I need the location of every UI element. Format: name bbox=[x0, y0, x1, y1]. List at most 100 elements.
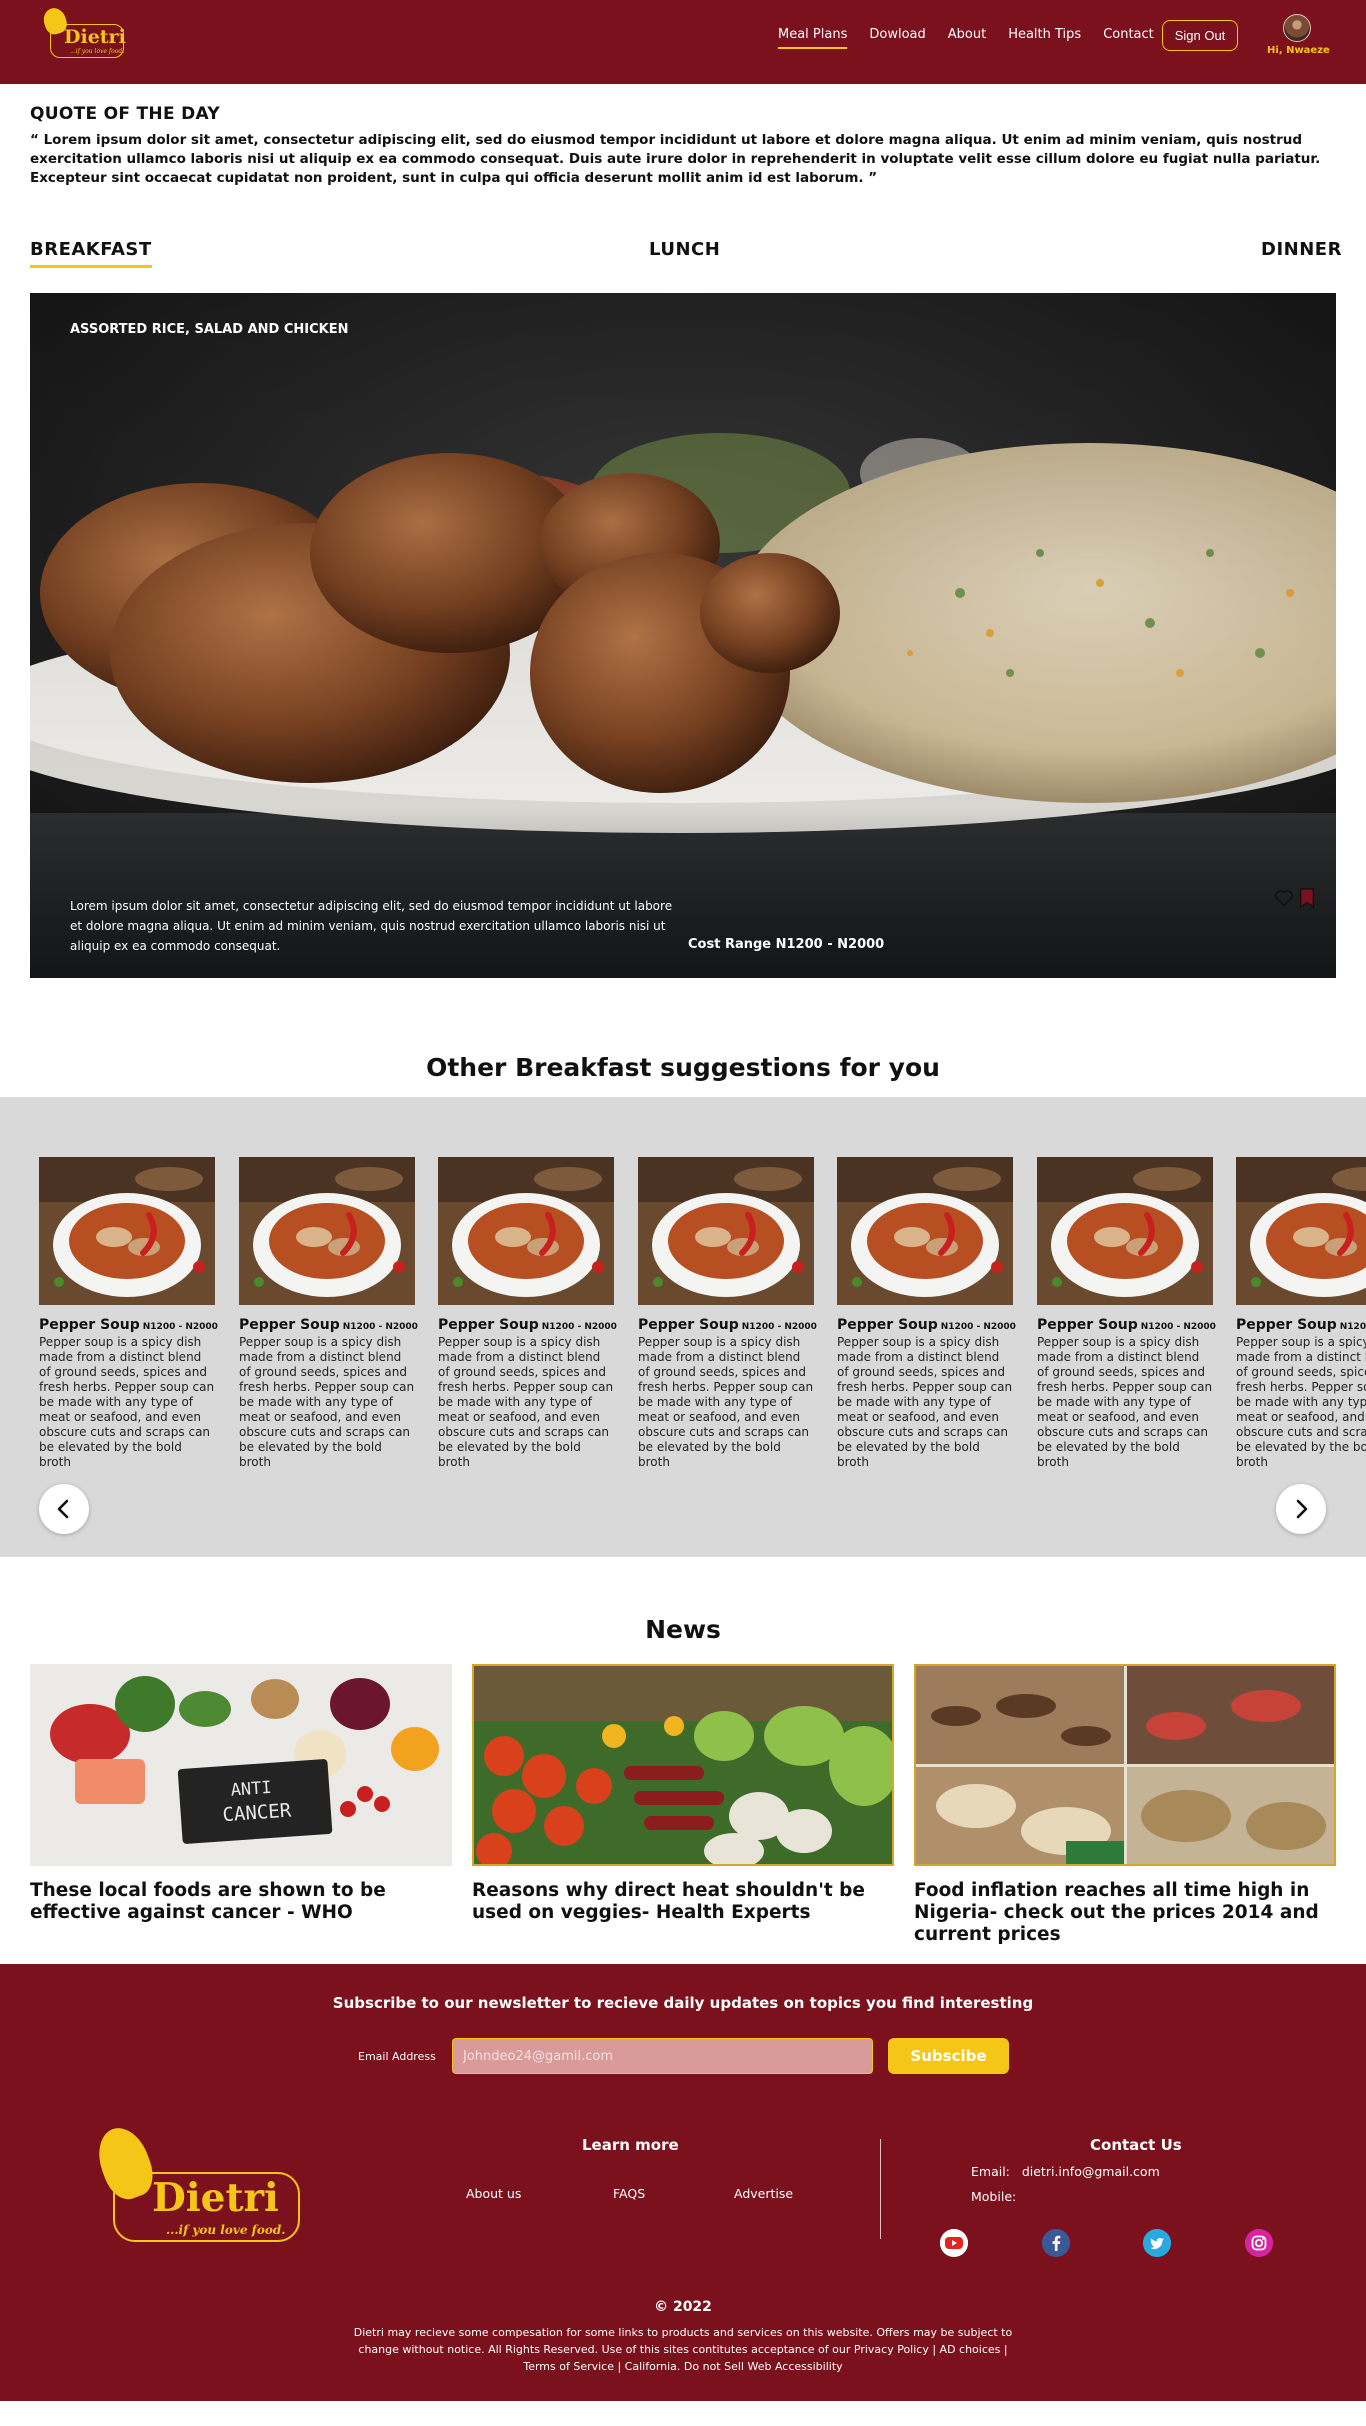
suggestion-description: Pepper soup is a spicy dish made from a … bbox=[239, 1335, 415, 1469]
suggestion-price: N1200 - N2000 bbox=[342, 1322, 418, 1332]
suggestion-title: Pepper Soup bbox=[239, 1317, 340, 1333]
suggestion-card[interactable]: Pepper SoupN1200 - N2000 Pepper soup is a… bbox=[1236, 1157, 1366, 1470]
suggestion-title: Pepper Soup bbox=[837, 1317, 938, 1333]
logo-wordmark: Dietri bbox=[64, 26, 126, 48]
logo-tagline: ...if you love food. bbox=[70, 48, 125, 55]
pepper-soup-image bbox=[638, 1157, 814, 1305]
tab-lunch[interactable]: LUNCH bbox=[649, 239, 720, 265]
nav-health-tips[interactable]: Health Tips bbox=[1008, 27, 1081, 49]
carousel-prev-button[interactable] bbox=[39, 1484, 89, 1534]
quote-text: “ Lorem ipsum dolor sit amet, consectetu… bbox=[30, 132, 1321, 186]
pepper-soup-image bbox=[1037, 1157, 1213, 1305]
pepper-soup-image bbox=[239, 1157, 415, 1305]
news-card[interactable]: Reasons why direct heat shouldn't be use… bbox=[472, 1664, 894, 1924]
suggestion-description: Pepper soup is a spicy dish made from a … bbox=[1236, 1335, 1366, 1469]
news-headline[interactable]: Food inflation reaches all time high in … bbox=[914, 1880, 1336, 1946]
suggestion-card[interactable]: Pepper SoupN1200 - N2000 Pepper soup is a… bbox=[1037, 1157, 1216, 1470]
bookmark-icon[interactable] bbox=[1298, 888, 1316, 912]
suggestion-description: Pepper soup is a spicy dish made from a … bbox=[1037, 1335, 1213, 1469]
learn-more-heading: Learn more bbox=[582, 2136, 679, 2154]
suggestions-carousel: Pepper Soup N1200 - N2000 Pepper soup is a… bbox=[0, 1097, 1366, 1557]
email-field[interactable] bbox=[452, 2038, 873, 2074]
sign-out-button[interactable]: Sign Out bbox=[1162, 20, 1238, 51]
logo-tagline: ...if you love food. bbox=[166, 2223, 286, 2237]
suggestion-title: Pepper Soup bbox=[39, 1317, 140, 1333]
pepper-soup-image bbox=[39, 1157, 215, 1305]
instagram-icon[interactable] bbox=[1245, 2229, 1273, 2257]
news-headline[interactable]: These local foods are shown to be effect… bbox=[30, 1880, 452, 1924]
tab-breakfast[interactable]: BREAKFAST bbox=[30, 239, 152, 268]
suggestion-card[interactable]: Pepper SoupN1200 - N2000 Pepper soup is a… bbox=[239, 1157, 418, 1470]
suggestions-heading: Other Breakfast suggestions for you bbox=[426, 1053, 940, 1082]
contact-email-value[interactable]: dietri.info@gmail.com bbox=[1022, 2164, 1160, 2179]
suggestion-price: N1200 - N2000 bbox=[1140, 1322, 1216, 1332]
news-card[interactable]: ANTI CANCER These local foods are shown … bbox=[30, 1664, 452, 1924]
youtube-icon[interactable] bbox=[940, 2229, 968, 2257]
suggestion-card[interactable]: Pepper SoupN1200 - N2000 Pepper soup is a… bbox=[438, 1157, 617, 1470]
suggestion-name: Pepper SoupN1200 - N2000 bbox=[438, 1317, 617, 1333]
footer-logo[interactable]: Dietri ...if you love food. bbox=[90, 2120, 306, 2252]
contact-heading: Contact Us bbox=[1090, 2136, 1182, 2154]
main-nav: Meal Plans Dowload About Health Tips Con… bbox=[778, 27, 1176, 49]
news-image-anti-cancer: ANTI CANCER bbox=[30, 1664, 452, 1866]
featured-meal-cost: Cost Range N1200 - N2000 bbox=[688, 937, 885, 952]
quote-heading: QUOTE OF THE DAY bbox=[30, 104, 220, 124]
suggestion-price: N1200 - N2000 bbox=[940, 1322, 1016, 1332]
news-image-vegetables bbox=[472, 1664, 894, 1866]
legal-text: Dietri may recieve some compesation for … bbox=[353, 2326, 1013, 2373]
logo-wordmark: Dietri bbox=[152, 2175, 279, 2221]
nav-download[interactable]: Dowload bbox=[869, 27, 925, 49]
featured-meal[interactable]: ASSORTED RICE, SALAD AND CHICKEN Lorem i… bbox=[30, 293, 1336, 978]
nav-meal-plans[interactable]: Meal Plans bbox=[778, 27, 848, 49]
contact-email-label: Email: bbox=[971, 2164, 1010, 2179]
avatar[interactable] bbox=[1283, 14, 1311, 42]
suggestion-name: Pepper SoupN1200 - N2000 bbox=[1037, 1317, 1216, 1333]
news-headline[interactable]: Reasons why direct heat shouldn't be use… bbox=[472, 1880, 894, 1924]
suggestion-description: Pepper soup is a spicy dish made from a … bbox=[638, 1335, 814, 1469]
suggestion-name: Pepper SoupN1200 - N2000 bbox=[638, 1317, 817, 1333]
twitter-icon[interactable] bbox=[1143, 2229, 1171, 2257]
featured-meal-image bbox=[30, 293, 1336, 978]
facebook-icon[interactable] bbox=[1042, 2229, 1070, 2257]
faqs-link[interactable]: FAQS bbox=[613, 2186, 645, 2201]
newsletter-text: Subscribe to our newsletter to recieve d… bbox=[332, 1994, 1034, 2012]
suggestion-name: Pepper SoupN1200 - N2000 bbox=[837, 1317, 1016, 1333]
suggestion-name: Pepper SoupN1200 - N2000 bbox=[1236, 1317, 1366, 1333]
contact-mobile-label: Mobile: bbox=[971, 2189, 1017, 2204]
copyright: © 2022 bbox=[654, 2299, 712, 2315]
footer-divider bbox=[880, 2139, 881, 2239]
news-card[interactable]: Food inflation reaches all time high in … bbox=[914, 1664, 1336, 1946]
suggestion-card[interactable]: Pepper SoupN1200 - N2000 Pepper soup is a… bbox=[837, 1157, 1016, 1470]
pepper-soup-image bbox=[1236, 1157, 1366, 1305]
about-us-link[interactable]: About us bbox=[466, 2186, 521, 2201]
suggestion-name: Pepper SoupN1200 - N2000 bbox=[239, 1317, 418, 1333]
suggestion-description: Pepper soup is a spicy dish made from a … bbox=[438, 1335, 614, 1469]
meal-actions bbox=[1274, 888, 1316, 912]
site-footer: Subscribe to our newsletter to recieve d… bbox=[0, 1964, 1366, 2401]
suggestion-price: N1200 - N2000 bbox=[1339, 1322, 1366, 1332]
suggestion-description: Pepper soup is a spicy dish made from a … bbox=[837, 1335, 1013, 1469]
brand-logo[interactable]: Dietri ...if you love food. bbox=[40, 5, 130, 60]
heart-icon[interactable] bbox=[1274, 888, 1294, 912]
quote-of-the-day: QUOTE OF THE DAY “ Lorem ipsum dolor sit… bbox=[0, 84, 1366, 188]
svg-text:ANTI: ANTI bbox=[230, 1778, 272, 1801]
nav-about[interactable]: About bbox=[948, 27, 986, 49]
suggestion-price: N1200 - N2000 bbox=[142, 1322, 218, 1332]
suggestion-description: Pepper soup is a spicy dish made from a … bbox=[39, 1335, 215, 1469]
suggestion-card[interactable]: Pepper SoupN1200 - N2000 Pepper soup is a… bbox=[39, 1157, 218, 1470]
nav-contact[interactable]: Contact bbox=[1103, 27, 1154, 49]
suggestion-card[interactable]: Pepper SoupN1200 - N2000 Pepper soup is a… bbox=[638, 1157, 817, 1470]
pepper-soup-image bbox=[837, 1157, 1013, 1305]
tab-dinner[interactable]: DINNER bbox=[1261, 239, 1342, 265]
subscribe-button[interactable]: Subscibe bbox=[888, 2038, 1009, 2074]
contact-mobile: Mobile: bbox=[971, 2189, 1016, 2204]
suggestion-title: Pepper Soup bbox=[638, 1317, 739, 1333]
featured-meal-description: Lorem ipsum dolor sit amet, consectetur … bbox=[70, 899, 673, 953]
news-image-market bbox=[914, 1664, 1336, 1866]
suggestion-title: Pepper Soup bbox=[1037, 1317, 1138, 1333]
carousel-next-button[interactable] bbox=[1276, 1484, 1326, 1534]
suggestion-title: Pepper Soup bbox=[1236, 1317, 1337, 1333]
news-heading: News bbox=[645, 1615, 721, 1644]
pepper-soup-image bbox=[438, 1157, 614, 1305]
advertise-link[interactable]: Advertise bbox=[734, 2186, 793, 2201]
